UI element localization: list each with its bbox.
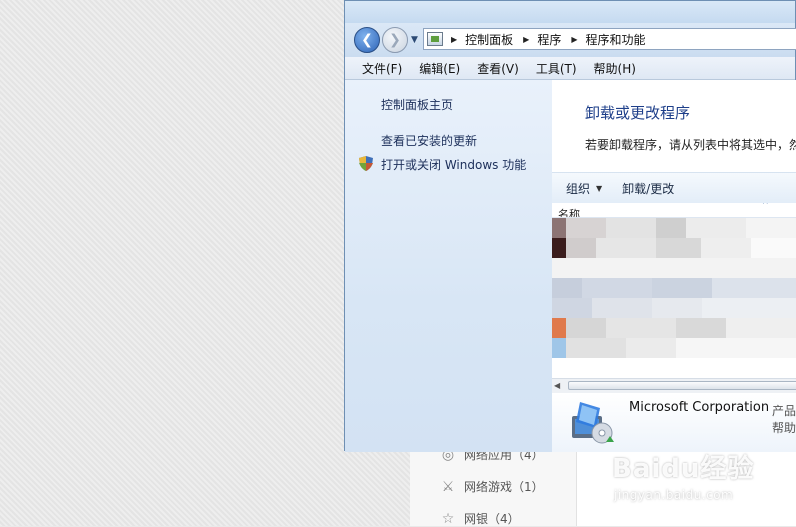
recent-pages-dropdown[interactable]: ▼ bbox=[411, 35, 418, 45]
menu-bar: 文件(F) 编辑(E) 查看(V) 工具(T) 帮助(H) bbox=[345, 57, 795, 80]
column-header-name[interactable]: 名称 bbox=[558, 206, 580, 217]
baidu-jingyan-watermark: Baidu经验 jingyan.baidu.com bbox=[612, 448, 796, 508]
list-item[interactable] bbox=[552, 258, 796, 278]
control-panel-home-link[interactable]: 控制面板主页 bbox=[381, 96, 453, 113]
programs-and-features-window: ❮ ❯ ▼ ▶ 控制面板 ▶ 程序 ▶ 程序和功能 文件(F) 编辑(E) 查看… bbox=[344, 0, 796, 452]
organize-label: 组织 bbox=[566, 181, 591, 196]
bg-list-item-label: 网络游戏（1） bbox=[464, 480, 544, 494]
list-item[interactable] bbox=[552, 298, 796, 318]
list-item[interactable] bbox=[552, 338, 796, 358]
page-description: 若要卸载程序，请从列表中将其选中，然 bbox=[585, 138, 796, 152]
watermark-logo: Baidu经验 bbox=[612, 454, 755, 484]
uac-shield-icon bbox=[359, 156, 373, 171]
uninstall-change-button[interactable]: 卸载/更改 bbox=[622, 180, 674, 197]
back-button[interactable]: ❮ bbox=[354, 27, 380, 53]
main-content: 卸载或更改程序 若要卸载程序，请从列表中将其选中，然 组织 ▼ 卸载/更改 名称… bbox=[552, 80, 796, 452]
breadcrumb-programs-and-features[interactable]: 程序和功能 bbox=[586, 31, 646, 48]
bg-list-item-online-banking[interactable]: ☆ 网银（4） bbox=[440, 510, 520, 527]
horizontal-scrollbar[interactable]: ◀ bbox=[552, 378, 796, 393]
chevron-right-icon[interactable]: ▶ bbox=[523, 35, 529, 44]
list-item[interactable] bbox=[552, 218, 796, 238]
product-version-label: 产品 bbox=[772, 404, 796, 418]
program-list[interactable] bbox=[552, 218, 796, 378]
bg-list-item-label: 网银（4） bbox=[464, 512, 520, 526]
breadcrumb-programs[interactable]: 程序 bbox=[537, 31, 561, 48]
bg-list-item-network-games[interactable]: ⚔ 网络游戏（1） bbox=[440, 478, 544, 495]
watermark-url: jingyan.baidu.com bbox=[614, 488, 734, 502]
help-link-label: 帮助 bbox=[772, 421, 796, 435]
breadcrumb-control-panel[interactable]: 控制面板 bbox=[465, 31, 513, 48]
chevron-right-icon[interactable]: ▶ bbox=[571, 35, 577, 44]
navigation-bar: ❮ ❯ ▼ ▶ 控制面板 ▶ 程序 ▶ 程序和功能 bbox=[345, 23, 796, 57]
selected-program-publisher: Microsoft Corporation bbox=[629, 400, 770, 415]
sword-icon: ⚔ bbox=[441, 478, 455, 495]
page-title: 卸载或更改程序 bbox=[585, 104, 691, 122]
title-bar[interactable] bbox=[345, 1, 795, 23]
address-bar[interactable]: ▶ 控制面板 ▶ 程序 ▶ 程序和功能 bbox=[423, 28, 796, 50]
list-item[interactable] bbox=[552, 318, 796, 338]
command-bar: 组织 ▼ 卸载/更改 bbox=[552, 172, 796, 204]
scroll-left-icon[interactable]: ◀ bbox=[554, 381, 560, 390]
organize-button[interactable]: 组织 ▼ bbox=[566, 180, 602, 197]
forward-button[interactable]: ❯ bbox=[382, 27, 408, 53]
program-installer-icon bbox=[572, 402, 614, 444]
windows-features-link[interactable]: 打开或关闭 Windows 功能 bbox=[381, 156, 526, 173]
sort-ascending-icon: ^ bbox=[762, 203, 769, 209]
chevron-right-icon[interactable]: ▶ bbox=[451, 35, 457, 44]
chevron-down-icon: ▼ bbox=[596, 183, 603, 193]
star-icon: ☆ bbox=[441, 510, 455, 527]
arrow-right-icon: ❯ bbox=[389, 32, 401, 48]
view-installed-updates-link[interactable]: 查看已安装的更新 bbox=[381, 132, 477, 149]
arrow-left-icon: ❮ bbox=[361, 32, 373, 48]
menu-file[interactable]: 文件(F) bbox=[362, 60, 402, 77]
control-panel-icon bbox=[427, 32, 443, 46]
scrollbar-thumb[interactable] bbox=[568, 381, 796, 390]
program-list-header[interactable]: 名称 ^ bbox=[552, 203, 796, 218]
menu-help[interactable]: 帮助(H) bbox=[594, 60, 636, 77]
details-pane: Microsoft Corporation 产品 帮助 bbox=[552, 393, 796, 452]
list-item[interactable] bbox=[552, 238, 796, 258]
menu-view[interactable]: 查看(V) bbox=[477, 60, 519, 77]
menu-tools[interactable]: 工具(T) bbox=[536, 60, 577, 77]
menu-edit[interactable]: 编辑(E) bbox=[419, 60, 460, 77]
list-item[interactable] bbox=[552, 278, 796, 298]
task-pane: 控制面板主页 查看已安装的更新 打开或关闭 Windows 功能 bbox=[345, 80, 552, 452]
